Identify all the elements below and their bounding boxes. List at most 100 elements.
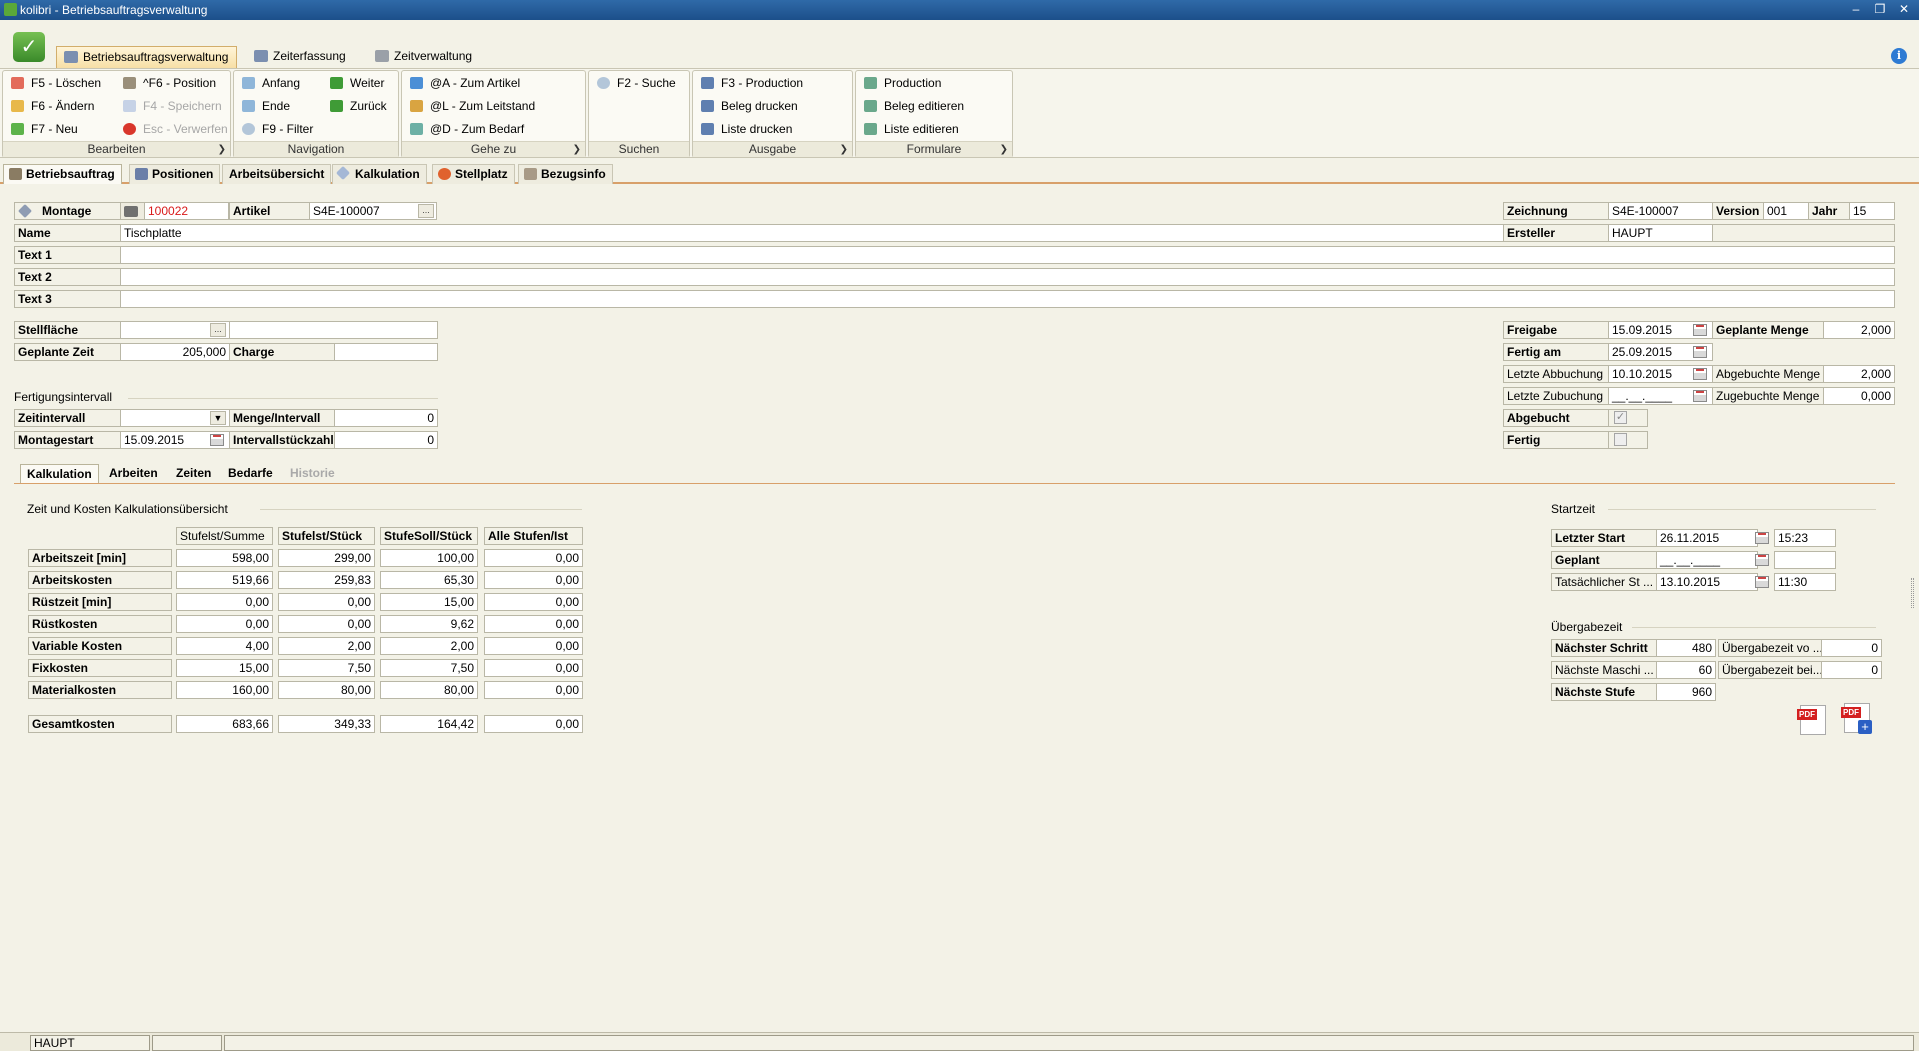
stellflaeche-lookup-button[interactable]: ...: [210, 323, 226, 337]
name-field[interactable]: Tischplatte: [120, 224, 1504, 242]
new-button[interactable]: F7 - Neu: [5, 119, 78, 139]
group-expand-icon[interactable]: ❯: [840, 142, 848, 157]
naechste-stufe-label: Nächste Stufe: [1551, 683, 1657, 701]
splitter-handle[interactable]: [1911, 578, 1914, 608]
text3-field[interactable]: [120, 290, 1895, 308]
calendar-icon[interactable]: [1693, 324, 1707, 336]
zeichnung-field[interactable]: S4E-100007: [1608, 202, 1713, 220]
filter-button[interactable]: F9 - Filter: [236, 119, 313, 139]
subtab-bedarfe[interactable]: Bedarfe: [222, 464, 279, 484]
kalk-cell: 2,00: [278, 637, 375, 655]
startzeit-date-field[interactable]: __.__.____: [1656, 551, 1758, 569]
uebergabezeit-vo-field[interactable]: 0: [1821, 639, 1882, 657]
close-icon[interactable]: ✕: [1895, 2, 1913, 17]
info-icon[interactable]: i: [1891, 48, 1907, 64]
subtab-arbeiten[interactable]: Arbeiten: [103, 464, 164, 484]
abgebuchte-menge-field[interactable]: 2,000: [1823, 365, 1895, 383]
calendar-icon[interactable]: [1755, 532, 1769, 544]
geplante-zeit-label: Geplante Zeit: [14, 343, 121, 361]
kalk-row-label: Variable Kosten: [28, 637, 172, 655]
geplante-menge-field[interactable]: 2,000: [1823, 321, 1895, 339]
group-expand-icon[interactable]: ❯: [1000, 142, 1008, 157]
subtab-kalkulation[interactable]: Kalkulation: [20, 464, 99, 484]
app-menu-button[interactable]: ✓: [13, 32, 45, 62]
save-icon: [123, 100, 136, 112]
naechste-maschine-field[interactable]: 60: [1656, 661, 1716, 679]
startzeit-time-field[interactable]: 11:30: [1774, 573, 1836, 591]
next-button[interactable]: Weiter: [324, 73, 384, 93]
subtab-zeiten[interactable]: Zeiten: [170, 464, 217, 484]
zugebuchte-menge-field[interactable]: 0,000: [1823, 387, 1895, 405]
pdf-icon[interactable]: PDF: [1797, 705, 1826, 735]
group-expand-icon[interactable]: ❯: [218, 142, 226, 157]
startzeit-date-field[interactable]: 26.11.2015: [1656, 529, 1758, 547]
subtab-historie[interactable]: Historie: [284, 464, 341, 484]
delete-button[interactable]: F5 - Löschen: [5, 73, 101, 93]
version-field[interactable]: 001: [1763, 202, 1809, 220]
delete-icon: [11, 77, 24, 89]
naechster-schritt-field[interactable]: 480: [1656, 639, 1716, 657]
discard-button[interactable]: Esc - Verwerfen: [117, 119, 228, 139]
artikel-lookup-button[interactable]: ...: [418, 204, 434, 218]
calendar-icon[interactable]: [1693, 390, 1707, 402]
back-button[interactable]: Zurück: [324, 96, 387, 116]
goto-demand-button[interactable]: @D - Zum Bedarf: [404, 119, 524, 139]
calendar-icon[interactable]: [1755, 554, 1769, 566]
naechste-stufe-field[interactable]: 960: [1656, 683, 1716, 701]
first-button[interactable]: Anfang: [236, 73, 300, 93]
ribbon-tab-zeiterfassung[interactable]: Zeiterfassung: [247, 46, 354, 68]
calendar-icon[interactable]: [1693, 368, 1707, 380]
restore-icon[interactable]: ❐: [1871, 2, 1889, 17]
startzeit-date-field[interactable]: 13.10.2015: [1656, 573, 1758, 591]
tab-betriebsauftrag[interactable]: Betriebsauftrag: [3, 164, 122, 184]
tab-kalkulation[interactable]: Kalkulation: [332, 164, 427, 184]
dropdown-arrow-icon[interactable]: ▼: [210, 411, 226, 425]
last-button[interactable]: Ende: [236, 96, 290, 116]
calendar-icon[interactable]: [210, 434, 224, 446]
startzeit-time-field[interactable]: [1774, 551, 1836, 569]
ribbon-tab-betriebsauftragsverwaltung[interactable]: Betriebsauftragsverwaltung: [56, 46, 238, 68]
form-production-button[interactable]: Production: [858, 73, 941, 93]
jahr-field[interactable]: 15: [1849, 202, 1895, 220]
charge-field[interactable]: [334, 343, 438, 361]
back-icon: [330, 100, 343, 112]
goto-article-button[interactable]: @A - Zum Artikel: [404, 73, 520, 93]
subtab-underline: [14, 483, 1895, 484]
edit-list-form-button[interactable]: Liste editieren: [858, 119, 959, 139]
geplante-zeit-field[interactable]: 205,000: [120, 343, 230, 361]
edit-button[interactable]: F6 - Ändern: [5, 96, 94, 116]
menge-intervall-field[interactable]: 0: [334, 409, 438, 427]
tab-stellplatz[interactable]: Stellplatz: [432, 164, 515, 184]
group-expand-icon[interactable]: ❯: [573, 142, 581, 157]
abgebucht-checkbox[interactable]: ✓: [1614, 411, 1627, 424]
next-icon: [330, 77, 343, 89]
startzeit-time-field[interactable]: 15:23: [1774, 529, 1836, 547]
minimize-icon[interactable]: –: [1847, 2, 1865, 17]
ribbon-tab-zeitverwaltung[interactable]: Zeitverwaltung: [368, 46, 480, 68]
calendar-icon[interactable]: [1693, 346, 1707, 358]
window-title: kolibri - Betriebsauftragsverwaltung: [20, 3, 208, 17]
print-production-button[interactable]: F3 - Production: [695, 73, 803, 93]
kalk-cell: 100,00: [380, 549, 478, 567]
uebergabezeit-bei-field[interactable]: 0: [1821, 661, 1882, 679]
text1-field[interactable]: [120, 246, 1895, 264]
goto-leitstand-button[interactable]: @L - Zum Leitstand: [404, 96, 535, 116]
print-document-button[interactable]: Beleg drucken: [695, 96, 798, 116]
pdf-add-icon[interactable]: PDF +: [1841, 703, 1872, 734]
montage-field[interactable]: 100022: [144, 202, 229, 220]
position-button[interactable]: ^F6 - Position: [117, 73, 216, 93]
fertig-checkbox[interactable]: [1614, 433, 1627, 446]
intervallstueckzahl-field[interactable]: 0: [334, 431, 438, 449]
ersteller-field[interactable]: HAUPT: [1608, 224, 1713, 242]
text2-field[interactable]: [120, 268, 1895, 286]
calendar-icon[interactable]: [1755, 576, 1769, 588]
search-button[interactable]: F2 - Suche: [591, 73, 676, 93]
edit-document-form-button[interactable]: Beleg editieren: [858, 96, 964, 116]
tab-positionen[interactable]: Positionen: [129, 164, 221, 184]
save-button[interactable]: F4 - Speichern: [117, 96, 222, 116]
print-list-button[interactable]: Liste drucken: [695, 119, 792, 139]
tab-arbeitsuebersicht[interactable]: Arbeitsübersicht: [222, 164, 332, 184]
montage-select-button[interactable]: [120, 202, 145, 220]
kalk-cell: 0,00: [484, 571, 583, 589]
tab-bezugsinfo[interactable]: Bezugsinfo: [518, 164, 613, 184]
